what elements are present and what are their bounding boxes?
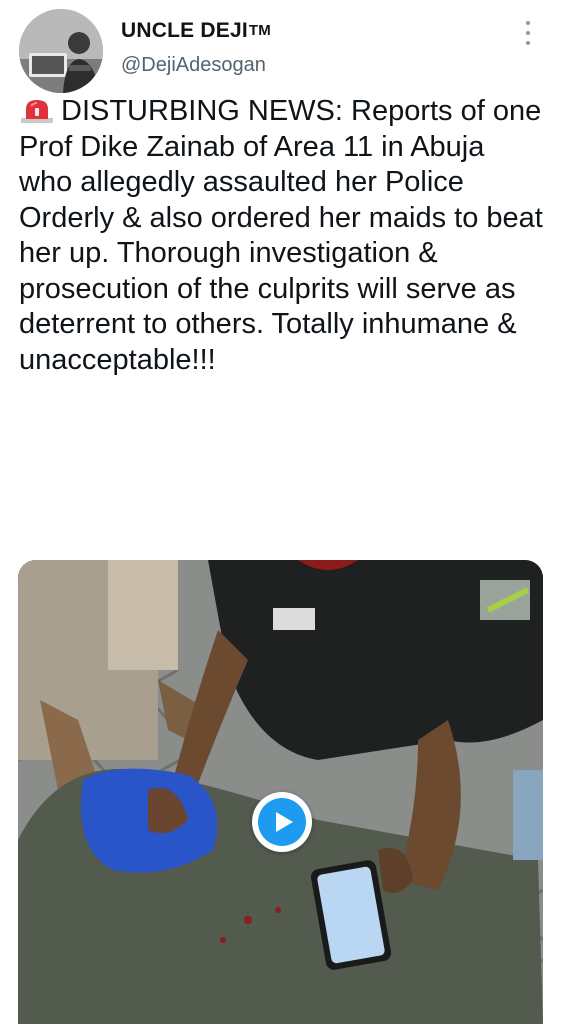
tweet-header: UNCLE DEJITM @DejiAdesogan	[0, 0, 561, 96]
avatar[interactable]	[19, 9, 103, 93]
tweet-text: DISTURBING NEWS: Reports of one Prof Dik…	[19, 95, 543, 376]
display-name[interactable]: UNCLE DEJITM	[121, 18, 271, 44]
tweet-text-container: DISTURBING NEWS: Reports of one Prof Dik…	[19, 94, 544, 378]
author-handle[interactable]: @DejiAdesogan	[121, 52, 271, 78]
siren-icon	[19, 97, 55, 123]
avatar-image	[19, 9, 103, 93]
video-media[interactable]	[18, 560, 543, 1024]
trademark-label: TM	[248, 22, 271, 39]
play-icon	[276, 812, 293, 832]
play-button-inner	[258, 798, 306, 846]
author-info: UNCLE DEJITM @DejiAdesogan	[121, 18, 271, 78]
play-button[interactable]	[252, 792, 312, 852]
more-options-icon[interactable]	[516, 18, 540, 48]
tweet-card: UNCLE DEJITM @DejiAdesogan DISTURBING NE…	[0, 0, 561, 1024]
